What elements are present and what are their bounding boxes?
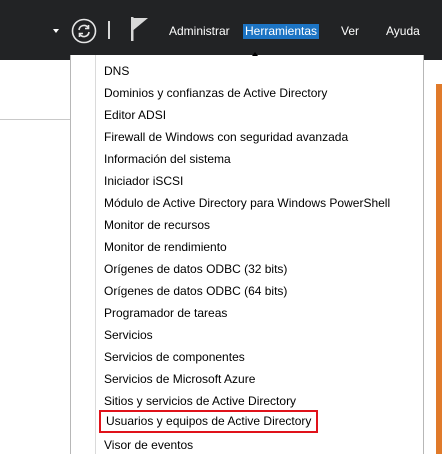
- menu-item-informacion-sistema[interactable]: Información del sistema: [104, 152, 231, 167]
- menu-item-servicios-azure[interactable]: Servicios de Microsoft Azure: [104, 372, 255, 387]
- menu-item-sitios-servicios-ad[interactable]: Sitios y servicios de Active Directory: [104, 394, 296, 409]
- menu-ver[interactable]: Ver: [339, 24, 361, 39]
- menu-item-monitor-rendimiento[interactable]: Monitor de rendimiento: [104, 240, 227, 255]
- chevron-down-icon[interactable]: [53, 29, 59, 33]
- tools-dropdown-menu: DNS Dominios y confianzas de Active Dire…: [70, 55, 424, 454]
- menu-item-visor-eventos[interactable]: Visor de eventos: [104, 438, 193, 453]
- menu-item-programador-tareas[interactable]: Programador de tareas: [104, 306, 227, 321]
- toolbar-separator: [108, 21, 110, 39]
- flag-icon[interactable]: [129, 16, 151, 42]
- menu-item-firewall[interactable]: Firewall de Windows con seguridad avanza…: [104, 130, 348, 145]
- menu-item-iniciador-iscsi[interactable]: Iniciador iSCSI: [104, 174, 183, 189]
- menu-ayuda[interactable]: Ayuda: [384, 24, 422, 39]
- menu-herramientas[interactable]: Herramientas: [243, 24, 320, 39]
- menu-item-servicios[interactable]: Servicios: [104, 328, 153, 343]
- menu-item-odbc-32[interactable]: Orígenes de datos ODBC (32 bits): [104, 262, 287, 277]
- left-pane-divider: [0, 119, 70, 120]
- menu-item-modulo-ad-powershell[interactable]: Módulo de Active Directory para Windows …: [104, 196, 390, 211]
- menu-item-monitor-recursos[interactable]: Monitor de recursos: [104, 218, 210, 233]
- menu-gutter: [95, 55, 96, 454]
- menu-administrar[interactable]: Administrar: [167, 24, 232, 39]
- right-pane-accent: [436, 84, 442, 454]
- menu-item-dominios-confianzas[interactable]: Dominios y confianzas de Active Director…: [104, 86, 327, 101]
- menu-item-dns[interactable]: DNS: [104, 64, 129, 79]
- menu-item-odbc-64[interactable]: Orígenes de datos ODBC (64 bits): [104, 284, 287, 299]
- right-pane: [423, 60, 442, 454]
- menu-pointer: [252, 52, 258, 56]
- menu-item-servicios-componentes[interactable]: Servicios de componentes: [104, 350, 245, 365]
- refresh-icon[interactable]: [71, 18, 97, 44]
- menu-item-usuarios-equipos-ad[interactable]: Usuarios y equipos de Active Directory: [99, 410, 319, 433]
- left-pane: [0, 60, 70, 454]
- menu-bar: Administrar Herramientas Ver Ayuda: [0, 0, 442, 60]
- menu-item-editor-adsi[interactable]: Editor ADSI: [104, 108, 166, 123]
